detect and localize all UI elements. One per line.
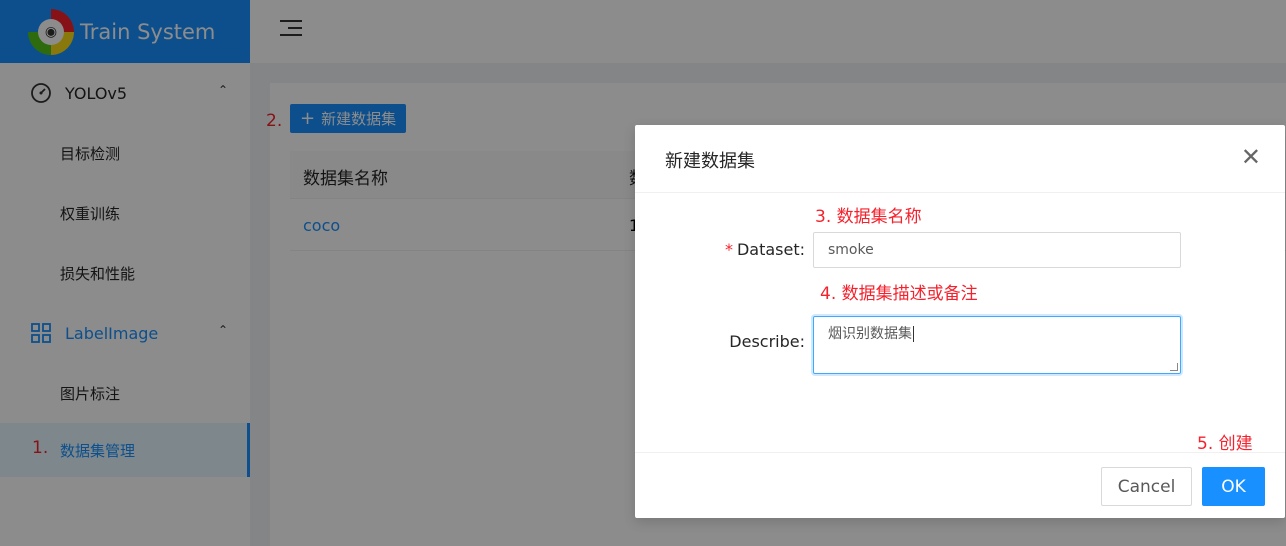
new-dataset-modal: 新建数据集 ✕ 3. 数据集名称 * Dataset: smoke 4. 数据集描… <box>635 125 1285 518</box>
modal-footer: Cancel OK <box>635 452 1285 518</box>
describe-textarea[interactable]: 烟识别数据集 <box>813 316 1181 374</box>
modal-header: 新建数据集 ✕ <box>635 125 1285 193</box>
ok-button[interactable]: OK <box>1202 467 1265 506</box>
dataset-label: * Dataset: <box>724 240 805 259</box>
step-4-annotation: 4. 数据集描述或备注 <box>820 284 978 304</box>
describe-label: Describe: <box>729 332 805 351</box>
resize-handle[interactable] <box>1170 363 1178 371</box>
cancel-button[interactable]: Cancel <box>1101 467 1192 506</box>
modal-title: 新建数据集 <box>665 151 755 172</box>
dataset-input[interactable]: smoke <box>813 232 1181 268</box>
step-5-annotation: 5. 创建 <box>1197 434 1253 454</box>
required-mark: * <box>724 240 733 259</box>
close-icon[interactable]: ✕ <box>1241 145 1261 169</box>
step-3-annotation: 3. 数据集名称 <box>815 207 922 227</box>
